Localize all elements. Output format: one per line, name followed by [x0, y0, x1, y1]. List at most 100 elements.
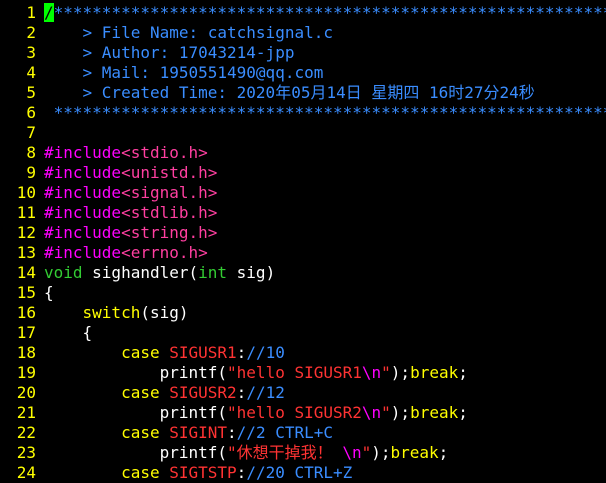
- code-line[interactable]: 17 {: [0, 323, 606, 343]
- code-token-preproc: #include: [44, 223, 122, 242]
- code-line[interactable]: 18 case SIGUSR1://10: [0, 343, 606, 363]
- code-token-default: :: [236, 343, 247, 362]
- code-line[interactable]: 6 **************************************…: [0, 103, 606, 123]
- code-text[interactable]: [36, 123, 44, 143]
- code-line[interactable]: 1/**************************************…: [0, 3, 606, 23]
- code-token-constant: SIGTSTP: [169, 463, 237, 482]
- code-line[interactable]: 19 printf("hello SIGUSR1\n");break;: [0, 363, 606, 383]
- code-line[interactable]: 4 > Mail: 1950551490@qq.com: [0, 63, 606, 83]
- code-token-string: ": [381, 403, 391, 422]
- code-text[interactable]: case SIGUSR1://10: [36, 343, 285, 363]
- code-text[interactable]: #include<unistd.h>: [36, 163, 217, 183]
- line-number: 2: [26, 23, 36, 42]
- line-number: 13: [16, 243, 36, 262]
- code-line[interactable]: 2 > File Name: catchsignal.c: [0, 23, 606, 43]
- code-line[interactable]: 11 #include<stdlib.h>: [0, 203, 606, 223]
- code-text[interactable]: #include<signal.h>: [36, 183, 217, 203]
- code-token-default: );: [371, 443, 391, 462]
- text-cursor: /: [44, 3, 54, 22]
- code-token-default: [44, 423, 121, 442]
- code-text[interactable]: /***************************************…: [36, 3, 606, 23]
- code-text[interactable]: #include<stdio.h>: [36, 143, 208, 163]
- code-line[interactable]: 13 #include<errno.h>: [0, 243, 606, 263]
- code-line[interactable]: 14 void sighandler(int sig): [0, 263, 606, 283]
- code-token-constant: SIGUSR1: [169, 343, 237, 362]
- code-line[interactable]: 8 #include<stdio.h>: [0, 143, 606, 163]
- line-number: 11: [16, 203, 36, 222]
- code-token-string: "休想干掉我！: [227, 443, 343, 462]
- code-line[interactable]: 20 case SIGUSR2://12: [0, 383, 606, 403]
- code-line[interactable]: 21 printf("hello SIGUSR2\n");break;: [0, 403, 606, 423]
- code-token-special: \n: [361, 403, 382, 422]
- code-text[interactable]: > Created Time: 2020年05月14日 星期四 16时27分24…: [36, 83, 535, 103]
- line-number: 14: [16, 263, 36, 282]
- code-token-default: [160, 423, 170, 442]
- code-text[interactable]: {: [36, 283, 54, 303]
- code-line[interactable]: 12 #include<string.h>: [0, 223, 606, 243]
- code-text[interactable]: switch(sig): [36, 303, 189, 323]
- code-token-statement: case: [121, 383, 160, 402]
- code-line[interactable]: 15 {: [0, 283, 606, 303]
- code-text[interactable]: printf("hello SIGUSR1\n");break;: [36, 363, 468, 383]
- code-token-statement: break: [410, 363, 459, 382]
- code-token-default: ;: [438, 443, 449, 462]
- code-token-default: [44, 463, 121, 482]
- code-text[interactable]: #include<string.h>: [36, 223, 217, 243]
- code-token-include-path: <stdio.h>: [121, 143, 208, 162]
- code-line[interactable]: 16 switch(sig): [0, 303, 606, 323]
- line-number: 1: [26, 3, 36, 22]
- code-line[interactable]: 7: [0, 123, 606, 143]
- code-token-preproc: #include: [44, 203, 122, 222]
- code-token-include-path: <unistd.h>: [121, 163, 218, 182]
- code-text[interactable]: #include<stdlib.h>: [36, 203, 217, 223]
- code-token-string: ": [381, 363, 391, 382]
- code-line[interactable]: 23 printf("休想干掉我！ \n");break;: [0, 443, 606, 463]
- code-text[interactable]: > Mail: 1950551490@qq.com: [36, 63, 324, 83]
- line-number: 5: [26, 83, 36, 102]
- code-token-statement: break: [390, 443, 439, 462]
- code-text[interactable]: case SIGINT://2 CTRL+C: [36, 423, 333, 443]
- code-text[interactable]: > Author: 17043214-jpp: [36, 43, 295, 63]
- line-number: 16: [16, 303, 36, 322]
- code-token-default: sig): [227, 263, 276, 282]
- line-number: 20: [16, 383, 36, 402]
- code-token-preproc: #include: [44, 243, 122, 262]
- code-line[interactable]: 3 > Author: 17043214-jpp: [0, 43, 606, 63]
- code-token-default: {: [44, 323, 93, 342]
- code-line[interactable]: 9 #include<unistd.h>: [0, 163, 606, 183]
- code-text[interactable]: printf("休想干掉我！ \n");break;: [36, 443, 449, 463]
- code-line[interactable]: 10 #include<signal.h>: [0, 183, 606, 203]
- code-token-statement: break: [410, 403, 459, 422]
- code-token-comment: //10: [246, 343, 285, 362]
- code-text[interactable]: case SIGUSR2://12: [36, 383, 285, 403]
- code-token-default: printf(: [44, 403, 228, 422]
- code-token-type: int: [198, 263, 228, 282]
- line-number: 7: [26, 123, 36, 142]
- code-token-comment: > Mail: 1950551490@qq.com: [44, 63, 324, 82]
- code-editor[interactable]: 1/**************************************…: [0, 0, 606, 482]
- code-token-default: printf(: [44, 443, 228, 462]
- line-number: 24: [16, 463, 36, 482]
- code-text[interactable]: ****************************************…: [36, 103, 606, 123]
- code-text[interactable]: #include<errno.h>: [36, 243, 208, 263]
- code-text[interactable]: > File Name: catchsignal.c: [36, 23, 333, 43]
- code-token-type: void: [44, 263, 83, 282]
- code-token-preproc: #include: [44, 163, 122, 182]
- code-line[interactable]: 22 case SIGINT://2 CTRL+C: [0, 423, 606, 443]
- code-token-include-path: <string.h>: [121, 223, 218, 242]
- code-token-default: {: [44, 283, 54, 302]
- code-line[interactable]: 24 case SIGTSTP://20 CTRL+Z: [0, 463, 606, 483]
- code-token-comment: //2 CTRL+C: [236, 423, 333, 442]
- code-token-special: \n: [361, 363, 382, 382]
- code-token-default: printf(: [44, 363, 228, 382]
- code-token-comment: ****************************************…: [53, 3, 606, 22]
- code-text[interactable]: void sighandler(int sig): [36, 263, 275, 283]
- code-text[interactable]: case SIGTSTP://20 CTRL+Z: [36, 463, 352, 483]
- code-text[interactable]: printf("hello SIGUSR2\n");break;: [36, 403, 468, 423]
- code-token-default: :: [236, 463, 247, 482]
- code-token-default: [160, 463, 170, 482]
- code-token-comment: //12: [246, 383, 285, 402]
- code-text[interactable]: {: [36, 323, 93, 343]
- code-token-default: sighandler(: [82, 263, 199, 282]
- code-line[interactable]: 5 > Created Time: 2020年05月14日 星期四 16时27分…: [0, 83, 606, 103]
